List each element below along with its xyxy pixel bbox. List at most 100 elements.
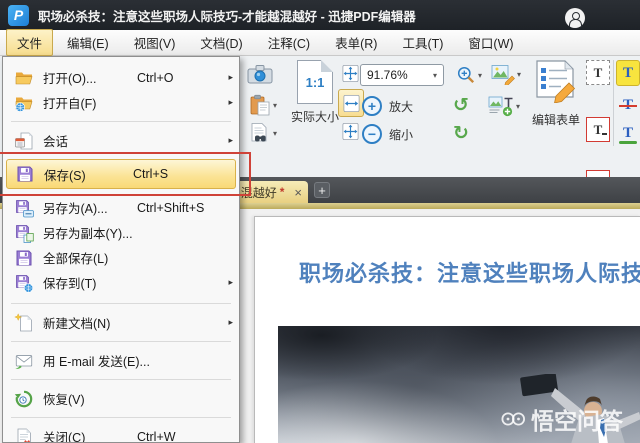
- zoom-out-label: 缩小: [389, 127, 414, 142]
- plus-circle-icon: +: [362, 96, 382, 116]
- chevron-down-icon: ▾: [477, 70, 482, 80]
- window-title: 职场必杀技：注意这些职场人际技巧-才能越混越好 - 迅捷PDF编辑器: [38, 9, 416, 24]
- chevron-down-icon: ▾: [272, 100, 277, 110]
- edit-image-button[interactable]: ▾: [486, 61, 526, 87]
- actual-size-icon: 1:1: [297, 60, 333, 104]
- menu-bar: 文件 编辑(E) 视图(V) 文档(D) 注释(C) 表单(R) 工具(T) 窗…: [0, 29, 640, 56]
- chevron-down-icon: ▾: [515, 101, 520, 111]
- menu-separator: [11, 379, 231, 380]
- menu-edit[interactable]: 编辑(E): [56, 29, 120, 56]
- menu-form[interactable]: 表单(R): [324, 29, 388, 56]
- title-bar: P 职场必杀技：注意这些职场人际技巧-才能越混越好 - 迅捷PDF编辑器: [0, 0, 640, 30]
- submenu-arrow-icon: ▸: [228, 72, 233, 82]
- menu-view[interactable]: 视图(V): [123, 29, 187, 56]
- menu-file[interactable]: 文件: [6, 29, 54, 56]
- highlight-text-icon: T: [622, 64, 633, 81]
- save-floppy-icon: [14, 164, 36, 184]
- menu-tools[interactable]: 工具(T): [391, 29, 454, 56]
- menu-window[interactable]: 窗口(W): [457, 29, 524, 56]
- actual-size-button[interactable]: 1:1 实际大小: [286, 60, 344, 136]
- menu-item-open-from[interactable]: 打开自(F) ▸: [3, 90, 239, 115]
- fit-page-button[interactable]: [338, 60, 362, 86]
- zoom-level-value: 91.76%: [367, 68, 408, 82]
- session-icon: [13, 131, 35, 151]
- menu-item-open[interactable]: 打开(O)... Ctrl+O ▸: [3, 65, 239, 90]
- text-field-underscore-button[interactable]: T: [586, 117, 610, 142]
- fit-visible-button[interactable]: [338, 118, 362, 144]
- menu-item-new-document[interactable]: 新建文档(N) ▸: [3, 310, 239, 335]
- fit-width-button[interactable]: [338, 89, 364, 117]
- add-image-text-icon: [488, 95, 514, 117]
- submenu-arrow-icon: ▸: [228, 97, 233, 107]
- rotate-ccw-icon: ↺: [453, 93, 469, 116]
- rotate-ccw-button[interactable]: ↺: [448, 92, 474, 118]
- app-logo-letter: P: [13, 7, 24, 23]
- menu-item-save-all[interactable]: 全部保存(L): [3, 245, 239, 270]
- edit-image-icon: [491, 63, 515, 85]
- actual-size-label: 实际大小: [290, 110, 339, 124]
- submenu-arrow-icon: ▸: [228, 277, 233, 287]
- chevron-down-icon: ▾: [516, 69, 521, 79]
- email-icon: [13, 351, 35, 371]
- file-menu-dropdown: 打开(O)... Ctrl+O ▸ 打开自(F) ▸ 会话 ▸ 保存(S) Ct…: [2, 56, 240, 443]
- highlight-text-button[interactable]: T: [616, 60, 640, 86]
- close-document-icon: [13, 427, 35, 443]
- edit-form-label: 编辑表单: [531, 113, 580, 127]
- chevron-down-icon: ▾: [272, 128, 277, 138]
- app-logo-icon: P: [8, 4, 29, 26]
- select-text-field-button[interactable]: T: [586, 60, 610, 85]
- save-copy-icon: [13, 223, 35, 243]
- strikeout-text-button[interactable]: T: [616, 92, 640, 118]
- add-image-text-button[interactable]: ▾: [480, 93, 528, 119]
- minus-circle-icon: −: [362, 124, 382, 144]
- magnifier-plus-icon: [456, 65, 476, 85]
- strikeout-text-icon: T: [618, 96, 638, 113]
- menu-item-save-to[interactable]: 保存到(T) ▸: [3, 270, 239, 295]
- menu-document[interactable]: 文档(D): [189, 29, 253, 56]
- zoom-out-button[interactable]: − 缩小: [362, 121, 434, 147]
- zoom-in-button[interactable]: + 放大: [362, 93, 434, 119]
- underline-text-icon: T: [618, 124, 638, 144]
- menu-item-save-as[interactable]: 另存为(A)... Ctrl+Shift+S: [3, 195, 239, 220]
- menu-item-revert[interactable]: 恢复(V): [3, 386, 239, 411]
- menu-item-save-as-copy[interactable]: 另存为副本(Y)...: [3, 220, 239, 245]
- revert-icon: [13, 389, 35, 409]
- tab-close-button[interactable]: ×: [294, 186, 302, 199]
- text-field-underscore-icon: T: [593, 122, 607, 137]
- document-heading: 职场必杀技：注意这些职场人际技巧: [299, 261, 640, 286]
- menu-item-session[interactable]: 会话 ▸: [3, 128, 239, 153]
- actual-size-icon-text: 1:1: [305, 74, 325, 90]
- menu-item-send-email[interactable]: 用 E-mail 发送(E)... ▸: [3, 348, 239, 373]
- new-tab-button[interactable]: +: [314, 182, 330, 198]
- submenu-arrow-icon: ▸: [228, 317, 233, 327]
- watermark: 悟空问答: [500, 402, 623, 436]
- menu-separator: [11, 417, 231, 418]
- marquee-zoom-button[interactable]: ▾: [450, 62, 488, 88]
- user-avatar-icon[interactable]: [565, 8, 585, 28]
- clipboard-button[interactable]: ▾: [242, 92, 284, 118]
- pdf-page: 职场必杀技：注意这些职场人际技巧 悟空问答: [254, 216, 640, 443]
- fit-page-icon: [341, 64, 360, 83]
- rotate-cw-button[interactable]: ↻: [448, 120, 474, 146]
- fit-width-icon: [342, 94, 361, 113]
- camera-icon: [247, 63, 273, 85]
- new-document-icon: [13, 313, 35, 333]
- menu-item-save[interactable]: 保存(S) Ctrl+S: [6, 159, 236, 189]
- zoom-in-label: 放大: [389, 99, 414, 114]
- save-as-icon: [13, 198, 35, 218]
- menu-item-close[interactable]: 关闭(C) Ctrl+W: [3, 424, 239, 443]
- save-to-globe-icon: [13, 273, 35, 293]
- watermark-text: 悟空问答: [531, 408, 623, 434]
- menu-separator: [11, 121, 231, 122]
- edit-form-button[interactable]: 编辑表单: [528, 59, 584, 149]
- open-folder-icon: [13, 68, 35, 88]
- menu-comment[interactable]: 注释(C): [257, 29, 321, 56]
- submenu-arrow-icon: ▸: [228, 135, 233, 145]
- open-from-folder-globe-icon: [13, 93, 35, 113]
- toolbar-divider: [613, 60, 614, 146]
- snapshot-button[interactable]: [244, 60, 276, 88]
- zoom-level-select[interactable]: 91.76% ▾: [360, 64, 444, 86]
- modified-marker: *: [279, 185, 285, 199]
- underline-text-button[interactable]: T: [616, 120, 640, 146]
- find-button[interactable]: ▾: [242, 120, 284, 146]
